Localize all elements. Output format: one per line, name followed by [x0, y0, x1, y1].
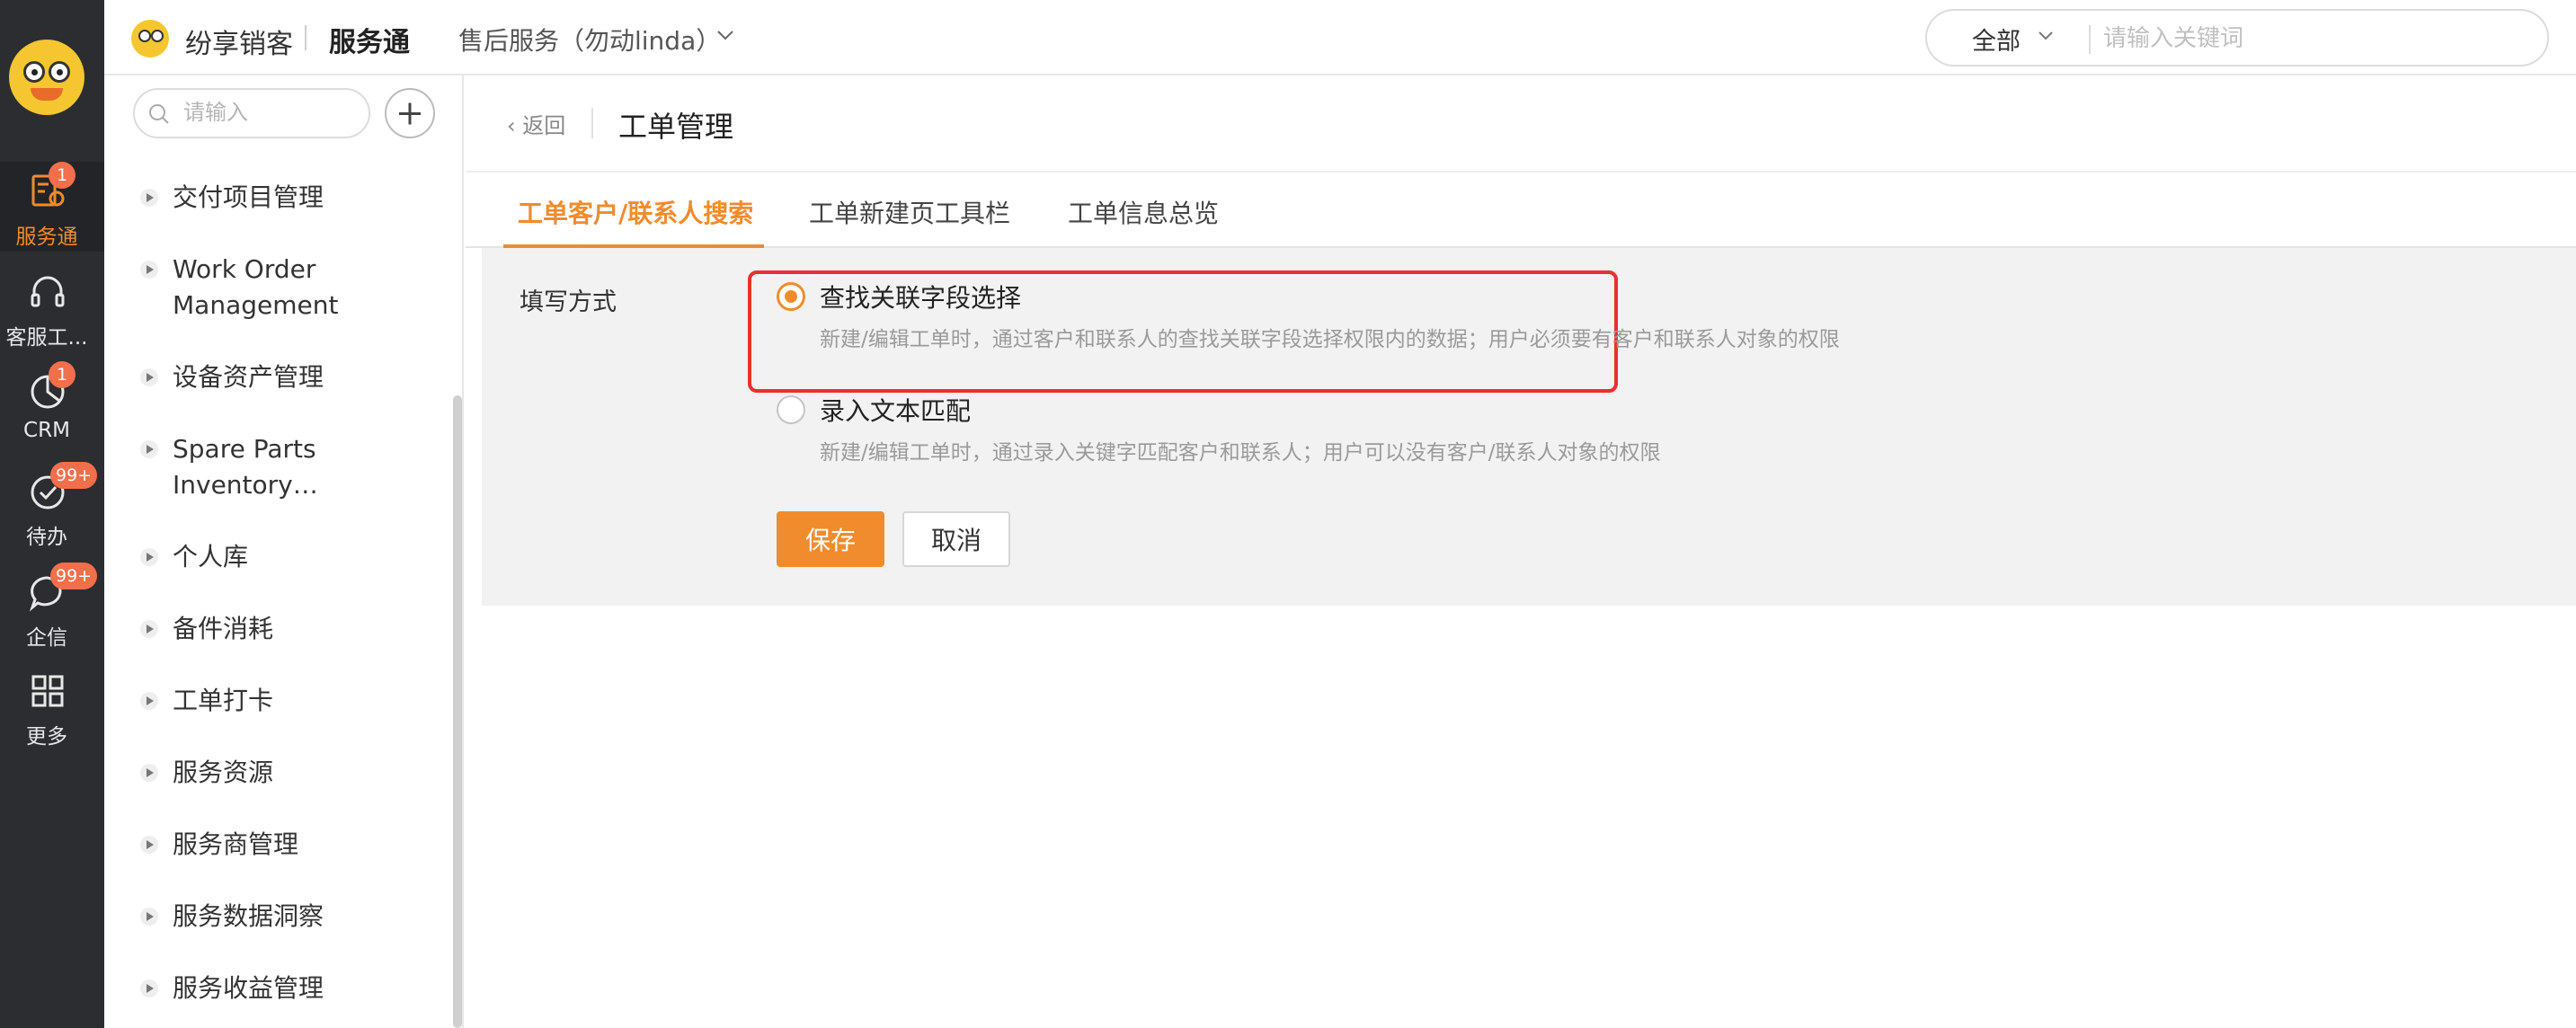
rail-label: 待办	[26, 526, 67, 549]
brand-divider	[305, 25, 306, 50]
settings-panel: 填写方式 查找关联字段选择 新建/编辑工单时，通过客户和联系人的查找关联字段选择…	[482, 248, 2576, 606]
sidebar-item-label: Work Order Management	[173, 254, 339, 320]
rail-item-todo[interactable]: 99+ 待办	[0, 462, 104, 552]
brand-logo-icon	[131, 20, 169, 58]
tab-info-overview[interactable]: 工单信息总览	[1068, 194, 1219, 230]
sidebar-search-input[interactable]	[183, 99, 354, 128]
add-button[interactable]	[385, 88, 435, 138]
back-label: 返回	[522, 113, 566, 138]
option-description: 新建/编辑工单时，通过录入关键字匹配客户和联系人；用户可以没有客户/联系人对象的…	[820, 441, 1661, 465]
module-sidebar: 交付项目管理 Work Order Management 设备资产管理 Spar…	[104, 75, 464, 1028]
sidebar-item-label: 工单打卡	[173, 686, 274, 715]
page-title: 工单管理	[618, 110, 734, 144]
rail-item-service[interactable]: 1 服务通	[0, 162, 104, 252]
tab-create-page-toolbar[interactable]: 工单新建页工具栏	[809, 194, 1010, 230]
headset-icon	[31, 276, 65, 307]
rail-label: 更多	[26, 725, 67, 749]
sidebar-item-label: 服务收益管理	[173, 973, 324, 1003]
caret-right-icon[interactable]	[140, 979, 158, 997]
radio-lookup-field[interactable]	[777, 282, 805, 311]
sidebar-search	[133, 88, 370, 138]
rail-item-customer-service[interactable]: 客服工...	[0, 262, 104, 352]
rail-item-more[interactable]: 更多	[0, 661, 104, 751]
option-description: 新建/编辑工单时，通过客户和联系人的查找关联字段选择权限内的数据；用户必须要有客…	[820, 328, 1840, 351]
search-icon	[149, 104, 169, 124]
option-title: 查找关联字段选择	[820, 283, 1022, 313]
main-content: ‹ 返回 工单管理 工单客户/联系人搜索 工单新建页工具栏 工单信息总览 填写方…	[466, 75, 2576, 1028]
user-avatar[interactable]	[9, 40, 84, 115]
field-label: 填写方式	[520, 288, 617, 316]
rail-label: CRM	[23, 419, 70, 442]
avatar-mouth	[31, 88, 63, 101]
rail-badge: 1	[49, 361, 76, 388]
back-link[interactable]: ‹ 返回	[507, 108, 565, 139]
save-button[interactable]: 保存	[777, 511, 884, 567]
rail-badge: 1	[49, 162, 76, 189]
tab-bar: 工单客户/联系人搜索 工单新建页工具栏 工单信息总览	[466, 171, 2576, 248]
brand-name: 纷享销客	[185, 29, 293, 60]
rail-label: 客服工...	[5, 326, 88, 350]
cancel-button[interactable]: 取消	[902, 511, 1010, 567]
top-bar: 纷享销客 服务通 售后服务（勿动linda） 全部	[104, 0, 2576, 75]
sidebar-item-label: 交付项目管理	[173, 182, 324, 212]
rail-item-crm[interactable]: 1 CRM	[0, 361, 104, 451]
grid-icon	[31, 675, 64, 707]
caret-right-icon[interactable]	[140, 764, 158, 782]
search-divider	[2089, 25, 2091, 54]
sidebar-item-label: Spare Parts Inventory…	[173, 434, 318, 500]
keyword-search-input[interactable]	[2103, 20, 2517, 56]
global-search: 全部	[1925, 9, 2549, 66]
rail-badge: 99+	[50, 563, 98, 589]
rail-label: 服务通	[15, 226, 78, 249]
avatar-eye-left	[23, 61, 45, 83]
tab-customer-contact-search[interactable]: 工单客户/联系人搜索	[518, 194, 753, 230]
sidebar-item-label: 服务资源	[173, 758, 274, 787]
caret-right-icon[interactable]	[140, 908, 158, 926]
caret-right-icon[interactable]	[140, 261, 158, 279]
chevron-down-icon[interactable]	[715, 25, 735, 45]
sidebar-item-label: 设备资产管理	[173, 362, 324, 392]
caret-right-icon[interactable]	[140, 189, 158, 207]
app-rail: 1 服务通 客服工... 1 CRM 99+ 待办 99+ 企信 更多	[0, 0, 104, 1028]
rail-label: 企信	[26, 626, 67, 650]
caret-right-icon[interactable]	[140, 548, 158, 566]
sidebar-item-label: 服务数据洞察	[173, 901, 324, 931]
sidebar-scrollbar[interactable]	[453, 395, 462, 1028]
avatar-eye-right	[49, 61, 70, 83]
caret-right-icon[interactable]	[140, 836, 158, 854]
caret-right-icon[interactable]	[140, 692, 158, 710]
sidebar-item-label: 个人库	[173, 542, 249, 572]
tenant-selector[interactable]: 售后服务（勿动linda）	[458, 22, 721, 58]
radio-text-match[interactable]	[777, 395, 805, 424]
option-title: 录入文本匹配	[820, 396, 972, 426]
rail-badge: 99+	[50, 462, 98, 489]
chevron-down-icon[interactable]	[2037, 27, 2055, 45]
app-name: 服务通	[329, 27, 410, 58]
sidebar-item-label: 备件消耗	[173, 614, 274, 643]
search-scope-select[interactable]: 全部	[1972, 22, 2021, 57]
header-divider	[591, 108, 593, 138]
caret-right-icon[interactable]	[140, 368, 158, 386]
caret-right-icon[interactable]	[140, 620, 158, 638]
rail-item-messages[interactable]: 99+ 企信	[0, 563, 104, 652]
sidebar-item-label: 服务商管理	[173, 829, 299, 859]
caret-right-icon[interactable]	[140, 440, 158, 458]
